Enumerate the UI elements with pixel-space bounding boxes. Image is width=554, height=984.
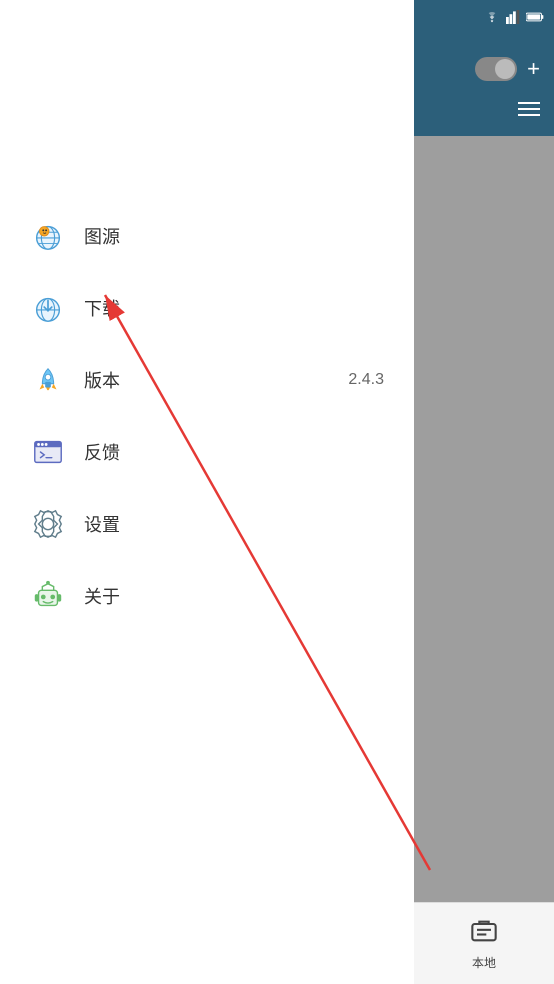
toggle-button[interactable]	[475, 57, 517, 81]
banben-icon	[30, 362, 66, 398]
plus-icon[interactable]: +	[527, 56, 540, 82]
banben-value: 2.4.3	[348, 371, 384, 389]
tuyuan-icon	[30, 218, 66, 254]
menu-item-banben[interactable]: 版本 2.4.3	[0, 344, 414, 416]
right-panel-body	[414, 136, 554, 984]
guanyu-icon	[30, 578, 66, 614]
bottom-nav-label: 本地	[472, 954, 496, 971]
menu-item-tuyuan[interactable]: 图源	[0, 200, 414, 272]
guanyu-label: 关于	[84, 583, 120, 609]
status-bar	[414, 0, 554, 36]
bottom-nav[interactable]: 本地	[414, 902, 554, 984]
menu-item-xiazai[interactable]: 下载	[0, 272, 414, 344]
hamburger-icon[interactable]	[518, 102, 540, 116]
wifi-icon	[484, 10, 500, 27]
banben-label: 版本	[84, 367, 120, 393]
local-icon	[470, 917, 498, 952]
menu-item-guanyu[interactable]: 关于	[0, 560, 414, 632]
xiazai-label: 下载	[84, 295, 120, 321]
signal-icon	[506, 10, 520, 27]
fankui-label: 反馈	[84, 439, 120, 465]
shezhi-icon	[30, 506, 66, 542]
left-menu: 图源 下载 版	[0, 0, 414, 984]
fankui-icon	[30, 434, 66, 470]
menu-item-fankui[interactable]: 反馈	[0, 416, 414, 488]
battery-icon	[526, 10, 544, 26]
header-top-row: +	[475, 56, 540, 82]
menu-item-shezhi[interactable]: 设置	[0, 488, 414, 560]
right-panel-header: +	[414, 36, 554, 136]
xiazai-icon	[30, 290, 66, 326]
shezhi-label: 设置	[84, 511, 120, 537]
tuyuan-label: 图源	[84, 223, 120, 249]
